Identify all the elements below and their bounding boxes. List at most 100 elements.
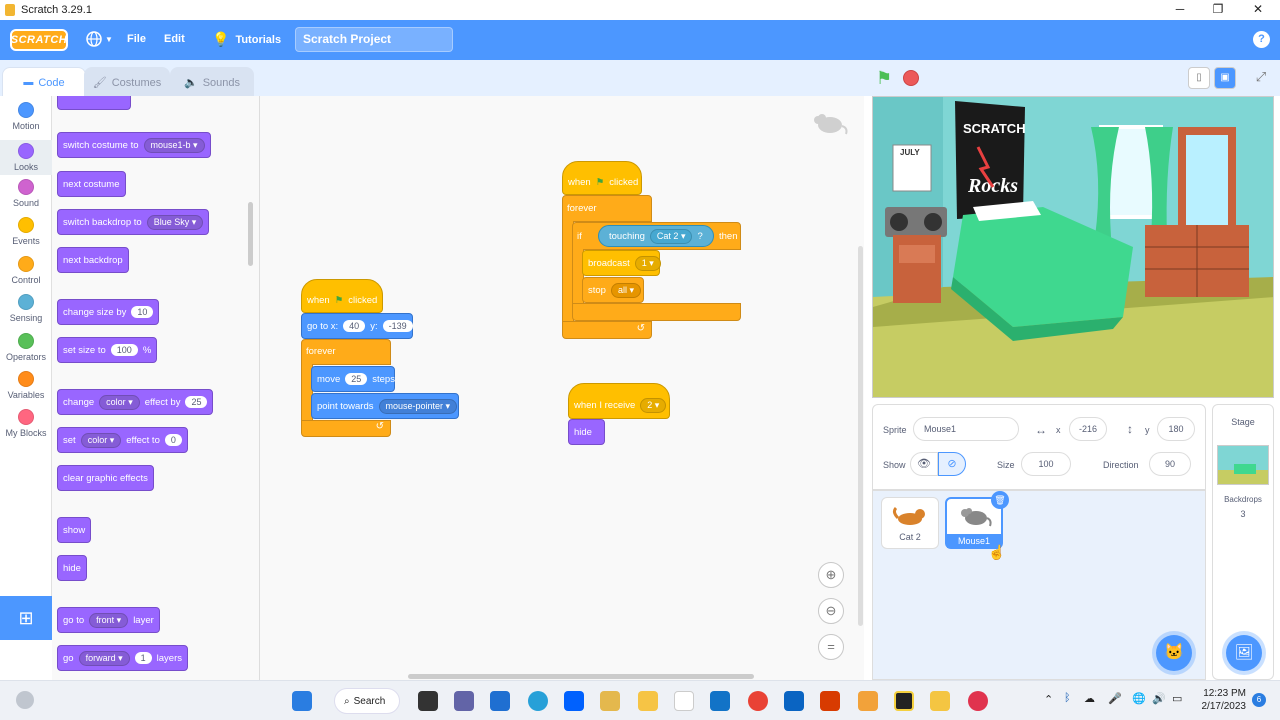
show-sprite-eye-icon[interactable]: 👁 [910, 452, 938, 476]
task-view-icon[interactable] [418, 691, 438, 711]
store-icon[interactable] [490, 691, 510, 711]
edit-menu[interactable]: Edit [164, 33, 185, 45]
number-input[interactable]: 1 [134, 652, 152, 664]
tab-costumes[interactable]: 🖌 Costumes [84, 67, 170, 97]
number-input[interactable]: 100 [110, 344, 138, 356]
palette-clear-effects[interactable]: clear graphic effects [57, 465, 154, 491]
palette-goto-layer[interactable]: go to front ▾ layer [57, 607, 160, 633]
microphone-icon[interactable]: 🎤 [1108, 692, 1122, 705]
touching-dropdown[interactable]: Cat 2 ▾ [649, 228, 693, 244]
add-backdrop-icon[interactable]: 🖼 [1226, 635, 1262, 671]
system-clock[interactable]: 12:23 PM 2/17/2023 [1196, 687, 1247, 713]
palette-show[interactable]: show [57, 517, 92, 543]
zoom-in-icon[interactable]: ⊕ [818, 562, 844, 588]
palette-set-effect[interactable]: set color ▾ effect to 0 [57, 427, 188, 453]
network-icon[interactable]: 🌐 [1132, 692, 1146, 705]
palette-go-layers[interactable]: go forward ▾ 1 layers [57, 645, 188, 671]
add-sprite-icon[interactable]: 🐱 [1156, 635, 1192, 671]
file-explorer-icon[interactable] [638, 691, 658, 711]
costume-dropdown[interactable]: mouse1-b ▾ [143, 137, 205, 153]
office-icon[interactable] [820, 691, 840, 711]
palette-hide[interactable]: hide [57, 555, 87, 581]
windows-start-icon[interactable] [292, 691, 312, 711]
pdf-app-icon[interactable] [894, 691, 914, 711]
backdrop-dropdown[interactable]: Blue Sky ▾ [146, 214, 204, 230]
y-position-input[interactable]: 180 [1157, 417, 1195, 441]
category-events[interactable]: Events [0, 217, 52, 246]
number-input[interactable]: 25 [185, 396, 208, 408]
palette-change-size[interactable]: change size by 10 [57, 299, 160, 325]
sprite-thumb-mouse1[interactable]: Mouse1 🗑 [945, 491, 1009, 549]
steps-input[interactable]: 25 [345, 373, 368, 385]
chevron-up-icon[interactable]: ⌃ [1044, 693, 1053, 706]
direction-dropdown[interactable]: forward ▾ [78, 650, 130, 666]
category-motion[interactable]: Motion [0, 102, 52, 131]
palette-change-effect[interactable]: change color ▾ effect by 25 [57, 389, 214, 415]
move-steps-block[interactable]: move 25 steps [311, 366, 395, 392]
when-i-receive-hat[interactable]: when I receive 2 ▾ [568, 383, 670, 419]
hide-block[interactable]: hide [568, 419, 605, 445]
close-button[interactable]: ✕ [1248, 2, 1268, 16]
script-area[interactable]: when ⚑ clicked go to x: 40 y: -139 forever ↺ … [260, 96, 864, 680]
teams-icon[interactable] [454, 691, 474, 711]
palette-switch-backdrop[interactable]: switch backdrop to Blue Sky ▾ [57, 209, 210, 235]
delete-sprite-icon[interactable]: 🗑 [991, 491, 1009, 509]
stop-sign-icon[interactable] [903, 70, 919, 86]
direction-input[interactable]: 90 [1149, 452, 1191, 476]
dropbox-icon[interactable] [564, 691, 584, 711]
number-input[interactable]: 0 [164, 434, 182, 446]
palette-scrollbar[interactable] [248, 202, 253, 266]
category-looks[interactable]: Looks [0, 140, 52, 175]
minimize-button[interactable]: ─ [1170, 2, 1190, 16]
amazon-icon[interactable] [674, 691, 694, 711]
normal-stage-icon[interactable]: ▣ [1214, 67, 1236, 89]
sprite-thumb-cat2[interactable]: Cat 2 [881, 497, 939, 549]
battery-icon[interactable]: ▭ [1172, 692, 1182, 705]
add-extension-icon[interactable]: ⊞ [0, 596, 52, 640]
message-dropdown[interactable]: 2 ▾ [640, 397, 667, 413]
stop-dropdown[interactable]: all ▾ [610, 282, 642, 298]
taskbar-search[interactable]: ⌕ Search [334, 688, 400, 714]
green-flag-icon[interactable]: ⚑ [876, 68, 892, 89]
zoom-out-icon[interactable]: ⊖ [818, 598, 844, 624]
project-title-input[interactable]: Scratch Project [295, 27, 453, 52]
recorder-icon[interactable] [968, 691, 988, 711]
block-palette[interactable]: switch costume to mouse1-b ▾ next costume… [52, 96, 260, 680]
maximize-button[interactable]: ❐ [1208, 2, 1228, 16]
effect-dropdown[interactable]: color ▾ [80, 432, 122, 448]
palette-switch-costume[interactable]: switch costume to mouse1-b ▾ [57, 132, 211, 158]
palette-next-backdrop[interactable]: next backdrop [57, 247, 129, 273]
chrome-icon[interactable] [748, 691, 768, 711]
notification-badge[interactable]: 6 [1252, 693, 1266, 707]
when-flag-clicked-hat[interactable]: when ⚑ clicked [301, 279, 383, 313]
notes-icon[interactable] [600, 691, 620, 711]
scratch-logo[interactable]: SCRATCH [10, 29, 68, 51]
touching-condition-block[interactable]: touching Cat 2 ▾? [598, 225, 714, 247]
tab-code[interactable]: ▬ Code [2, 67, 86, 97]
message-dropdown[interactable]: 1 ▾ [634, 255, 661, 271]
effect-dropdown[interactable]: color ▾ [99, 394, 140, 410]
broadcast-block[interactable]: broadcast 1 ▾ [582, 250, 661, 276]
category-sound[interactable]: Sound [0, 179, 52, 208]
stage-pane[interactable]: Stage Backdrops 3 🖼 [1212, 404, 1274, 680]
when-flag-clicked-hat[interactable]: when ⚑ clicked [562, 161, 642, 195]
category-variables[interactable]: Variables [0, 371, 52, 400]
horizontal-scrollbar[interactable] [408, 674, 754, 679]
palette-block-partial[interactable] [57, 96, 131, 110]
zoom-app-icon[interactable] [710, 691, 730, 711]
vertical-scrollbar[interactable] [858, 246, 863, 626]
size-input[interactable]: 100 [1021, 452, 1071, 476]
hide-sprite-eye-icon[interactable]: ⊘ [938, 452, 966, 476]
language-menu[interactable]: ▼ [86, 31, 113, 47]
small-stage-icon[interactable]: ▯ [1188, 67, 1210, 89]
bluetooth-icon[interactable]: ᛒ [1064, 692, 1071, 704]
file-menu[interactable]: File [127, 33, 146, 45]
edge-icon[interactable] [528, 691, 548, 711]
y-input[interactable]: -139 [382, 320, 413, 332]
palette-set-size[interactable]: set size to 100% [57, 337, 158, 363]
target-dropdown[interactable]: mouse-pointer ▾ [378, 398, 458, 414]
sprite-name-input[interactable]: Mouse1 [913, 417, 1019, 441]
widgets-icon[interactable] [16, 691, 34, 709]
zoom-reset-icon[interactable]: = [818, 634, 844, 660]
category-operators[interactable]: Operators [0, 333, 52, 362]
